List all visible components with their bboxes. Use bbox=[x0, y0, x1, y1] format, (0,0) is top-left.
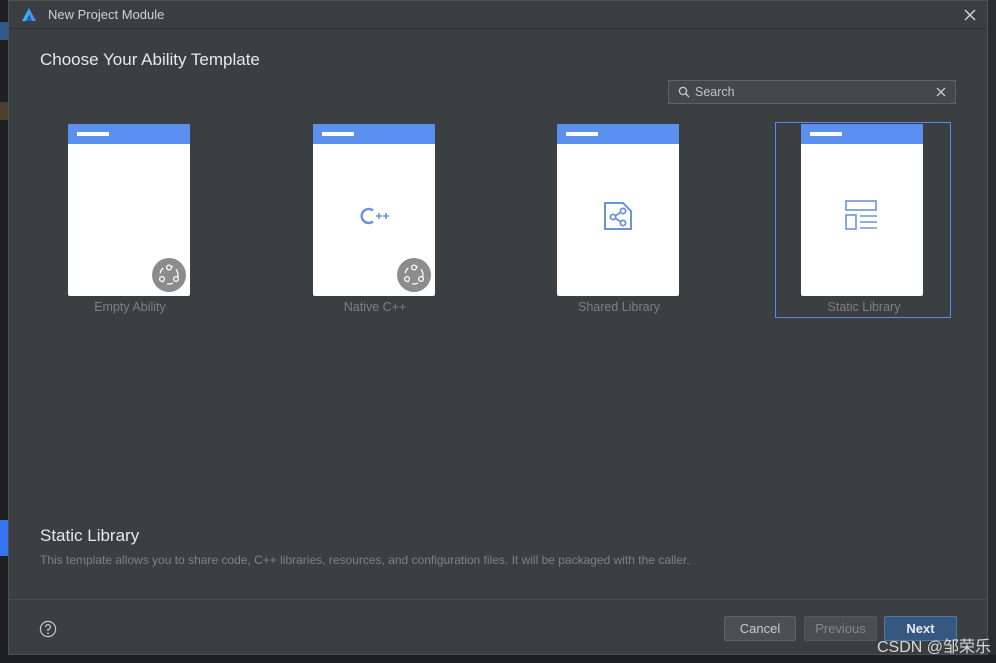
card-header bbox=[557, 124, 679, 144]
template-label: Native C++ bbox=[343, 300, 407, 314]
template-label: Shared Library bbox=[578, 300, 660, 314]
template-native-cpp[interactable]: Native C++ bbox=[287, 122, 463, 318]
ide-background-bottom bbox=[0, 655, 996, 663]
template-shared-library[interactable]: Shared Library bbox=[531, 122, 707, 318]
ide-background-tab bbox=[0, 102, 8, 120]
cpp-icon bbox=[354, 196, 394, 236]
card-header bbox=[313, 124, 435, 144]
description-text: This template allows you to share code, … bbox=[40, 553, 690, 567]
ide-background-strip bbox=[0, 0, 8, 663]
search-box[interactable] bbox=[668, 80, 956, 104]
deveco-logo-icon bbox=[20, 6, 38, 24]
description-title: Static Library bbox=[40, 526, 140, 545]
footer-divider bbox=[9, 599, 987, 600]
close-icon[interactable] bbox=[959, 4, 981, 26]
page-title: Choose Your Ability Template bbox=[40, 50, 260, 69]
cancel-button[interactable]: Cancel bbox=[724, 616, 796, 641]
template-card bbox=[313, 124, 435, 296]
template-static-library[interactable]: Static Library bbox=[775, 122, 951, 318]
static-library-icon bbox=[842, 196, 882, 236]
ability-badge-icon bbox=[152, 258, 186, 292]
ability-badge-icon bbox=[397, 258, 431, 292]
search-icon bbox=[678, 86, 690, 98]
title-bar: New Project Module bbox=[9, 1, 987, 29]
template-card bbox=[68, 124, 190, 296]
template-card bbox=[557, 124, 679, 296]
search-input[interactable] bbox=[695, 85, 925, 99]
shared-library-icon bbox=[598, 196, 638, 236]
ide-background-tab bbox=[0, 22, 8, 40]
window-title: New Project Module bbox=[48, 7, 165, 22]
watermark-text: CSDN @邹荣乐 bbox=[876, 639, 991, 656]
template-label: Static Library bbox=[827, 300, 901, 314]
ide-background-tab bbox=[0, 520, 8, 556]
template-card bbox=[801, 124, 923, 296]
new-project-module-dialog: New Project Module Choose Your Ability T… bbox=[8, 0, 988, 655]
previous-button[interactable]: Previous bbox=[804, 616, 877, 641]
template-empty-ability[interactable]: Empty Ability bbox=[42, 122, 218, 318]
card-header bbox=[801, 124, 923, 144]
card-header bbox=[68, 124, 190, 144]
template-label: Empty Ability bbox=[94, 300, 166, 314]
clear-search-icon[interactable] bbox=[935, 86, 947, 98]
help-icon[interactable] bbox=[39, 620, 57, 638]
